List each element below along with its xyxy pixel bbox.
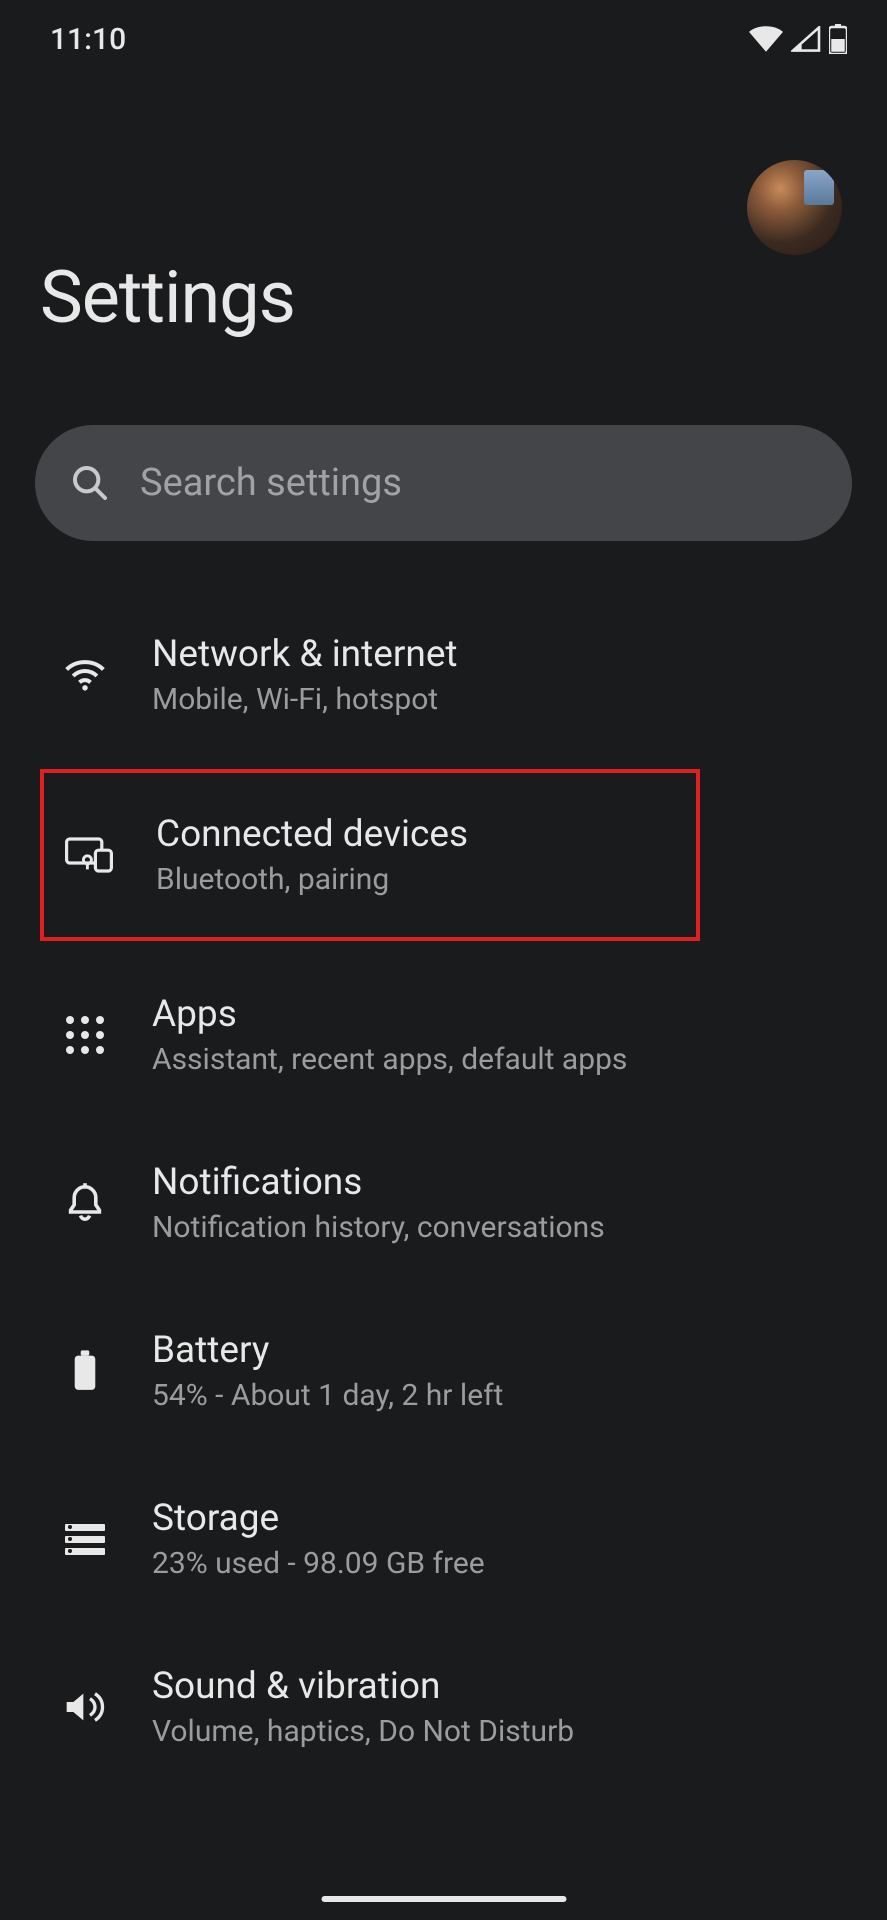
status-icons [749,24,847,54]
storage-icon [60,1514,110,1564]
devices-icon [64,830,114,880]
setting-subtitle: Mobile, Wi-Fi, hotspot [152,682,458,717]
search-placeholder: Search settings [140,461,402,505]
avatar[interactable] [747,160,842,255]
setting-title: Connected devices [156,813,468,856]
setting-title: Network & internet [152,633,458,676]
search-icon [70,463,110,503]
search-bar[interactable]: Search settings [35,425,852,541]
setting-item-notifications[interactable]: Notifications Notification history, conv… [0,1119,887,1287]
setting-item-sound[interactable]: Sound & vibration Volume, haptics, Do No… [0,1623,887,1791]
volume-icon [60,1682,110,1732]
setting-subtitle: Notification history, conversations [152,1210,605,1245]
setting-subtitle: Volume, haptics, Do Not Disturb [152,1714,574,1749]
setting-title: Apps [152,993,627,1036]
header: Settings [0,60,887,340]
highlight-box: Connected devices Bluetooth, pairing [40,769,700,941]
setting-subtitle: 54% - About 1 day, 2 hr left [152,1378,503,1413]
settings-list: Network & internet Mobile, Wi-Fi, hotspo… [0,591,887,1791]
status-time: 11:10 [50,22,126,57]
setting-subtitle: Bluetooth, pairing [156,862,468,897]
setting-item-battery[interactable]: Battery 54% - About 1 day, 2 hr left [0,1287,887,1455]
setting-subtitle: Assistant, recent apps, default apps [152,1042,627,1077]
bell-icon [60,1178,110,1228]
setting-item-apps[interactable]: Apps Assistant, recent apps, default app… [0,951,887,1119]
setting-title: Notifications [152,1161,605,1204]
wifi-icon [749,26,783,52]
setting-item-network[interactable]: Network & internet Mobile, Wi-Fi, hotspo… [0,591,887,759]
setting-title: Storage [152,1497,485,1540]
cellular-icon [791,26,821,52]
apps-icon [60,1010,110,1060]
setting-item-storage[interactable]: Storage 23% used - 98.09 GB free [0,1455,887,1623]
battery-icon [829,24,847,54]
nav-indicator[interactable] [321,1896,566,1902]
setting-title: Battery [152,1329,503,1372]
setting-title: Sound & vibration [152,1665,574,1708]
battery-icon [60,1346,110,1396]
page-title: Settings [40,255,847,340]
setting-subtitle: 23% used - 98.09 GB free [152,1546,485,1581]
wifi-icon [60,650,110,700]
status-bar: 11:10 [0,0,887,60]
setting-item-connected-devices[interactable]: Connected devices Bluetooth, pairing [44,773,696,937]
